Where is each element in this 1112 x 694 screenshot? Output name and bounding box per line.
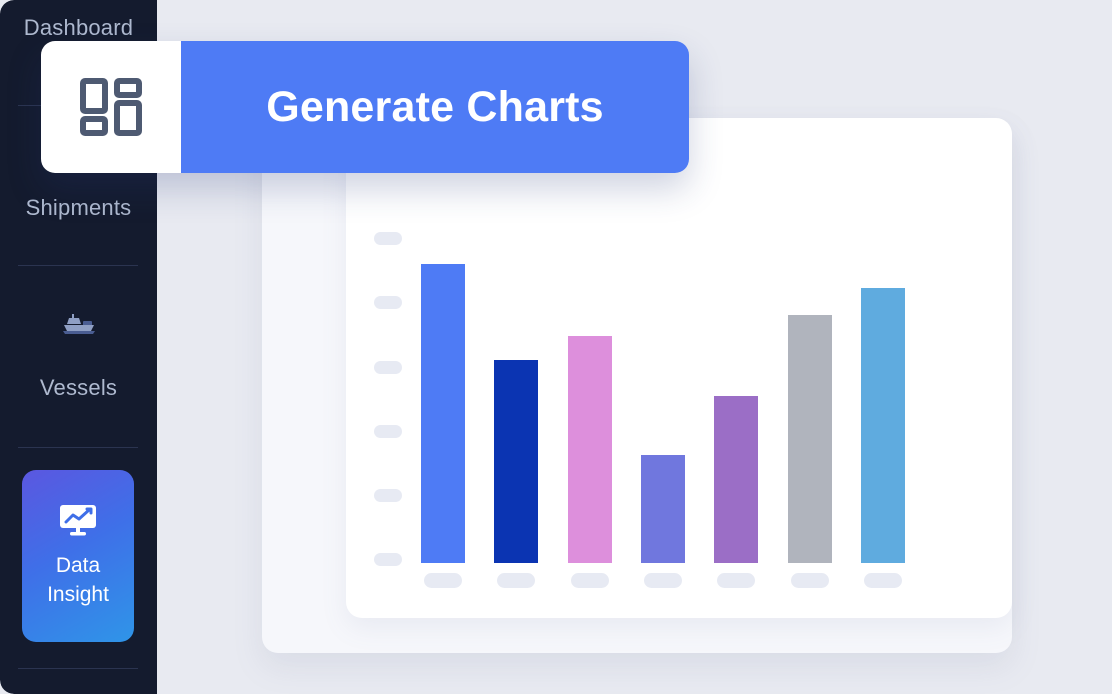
y-axis-tick-placeholder bbox=[374, 232, 402, 245]
chart-bar bbox=[861, 287, 905, 563]
chart-bar bbox=[787, 314, 832, 563]
bar-chart bbox=[346, 118, 1012, 618]
tile-label-line2: Insight bbox=[47, 583, 109, 606]
generate-charts-button-body: Generate Charts bbox=[181, 41, 689, 173]
y-axis-tick-placeholder bbox=[374, 553, 402, 566]
sidebar-divider bbox=[18, 447, 138, 448]
x-axis-tick-placeholder bbox=[790, 573, 829, 588]
monitor-line-chart-icon bbox=[57, 503, 99, 537]
y-axis-tick-placeholder bbox=[374, 296, 402, 309]
chart-plot-area bbox=[421, 264, 905, 563]
sidebar-item-shipments[interactable]: Shipments bbox=[0, 195, 157, 221]
y-axis-tick-placeholder bbox=[374, 489, 402, 502]
y-axis-tick-placeholder bbox=[374, 361, 402, 374]
chart-bar bbox=[421, 264, 465, 563]
sidebar-item-data-insight[interactable]: Data Insight bbox=[22, 470, 134, 642]
app-window: Dashboard Shipments Vessels Data Insight… bbox=[0, 0, 1112, 694]
tile-label-line1: Data bbox=[55, 554, 101, 577]
sidebar-item-vessels[interactable]: Vessels bbox=[0, 375, 157, 401]
x-axis-tick-placeholder bbox=[864, 573, 902, 588]
x-axis-tick-placeholder bbox=[570, 573, 609, 588]
chart-bar bbox=[714, 395, 759, 563]
x-axis-tick-placeholder bbox=[424, 573, 462, 588]
x-axis-tick-placeholder bbox=[717, 573, 756, 588]
chart-x-axis bbox=[421, 573, 905, 593]
x-axis-tick-placeholder bbox=[644, 573, 682, 588]
sidebar-item-data-insight-label: Data Insight bbox=[47, 551, 109, 609]
sidebar-divider bbox=[18, 668, 138, 669]
sidebar-item-dashboard[interactable]: Dashboard bbox=[0, 15, 157, 41]
y-axis-tick-placeholder bbox=[374, 425, 402, 438]
chart-bar bbox=[641, 455, 685, 563]
chart-bar bbox=[494, 359, 539, 563]
generate-charts-button[interactable]: Generate Charts bbox=[41, 41, 689, 173]
x-axis-tick-placeholder bbox=[497, 573, 536, 588]
ship-icon bbox=[0, 310, 157, 345]
dashboard-grid-icon bbox=[41, 41, 181, 173]
sidebar-divider bbox=[18, 265, 138, 266]
generate-charts-label: Generate Charts bbox=[266, 82, 604, 131]
chart-bar bbox=[567, 335, 612, 563]
